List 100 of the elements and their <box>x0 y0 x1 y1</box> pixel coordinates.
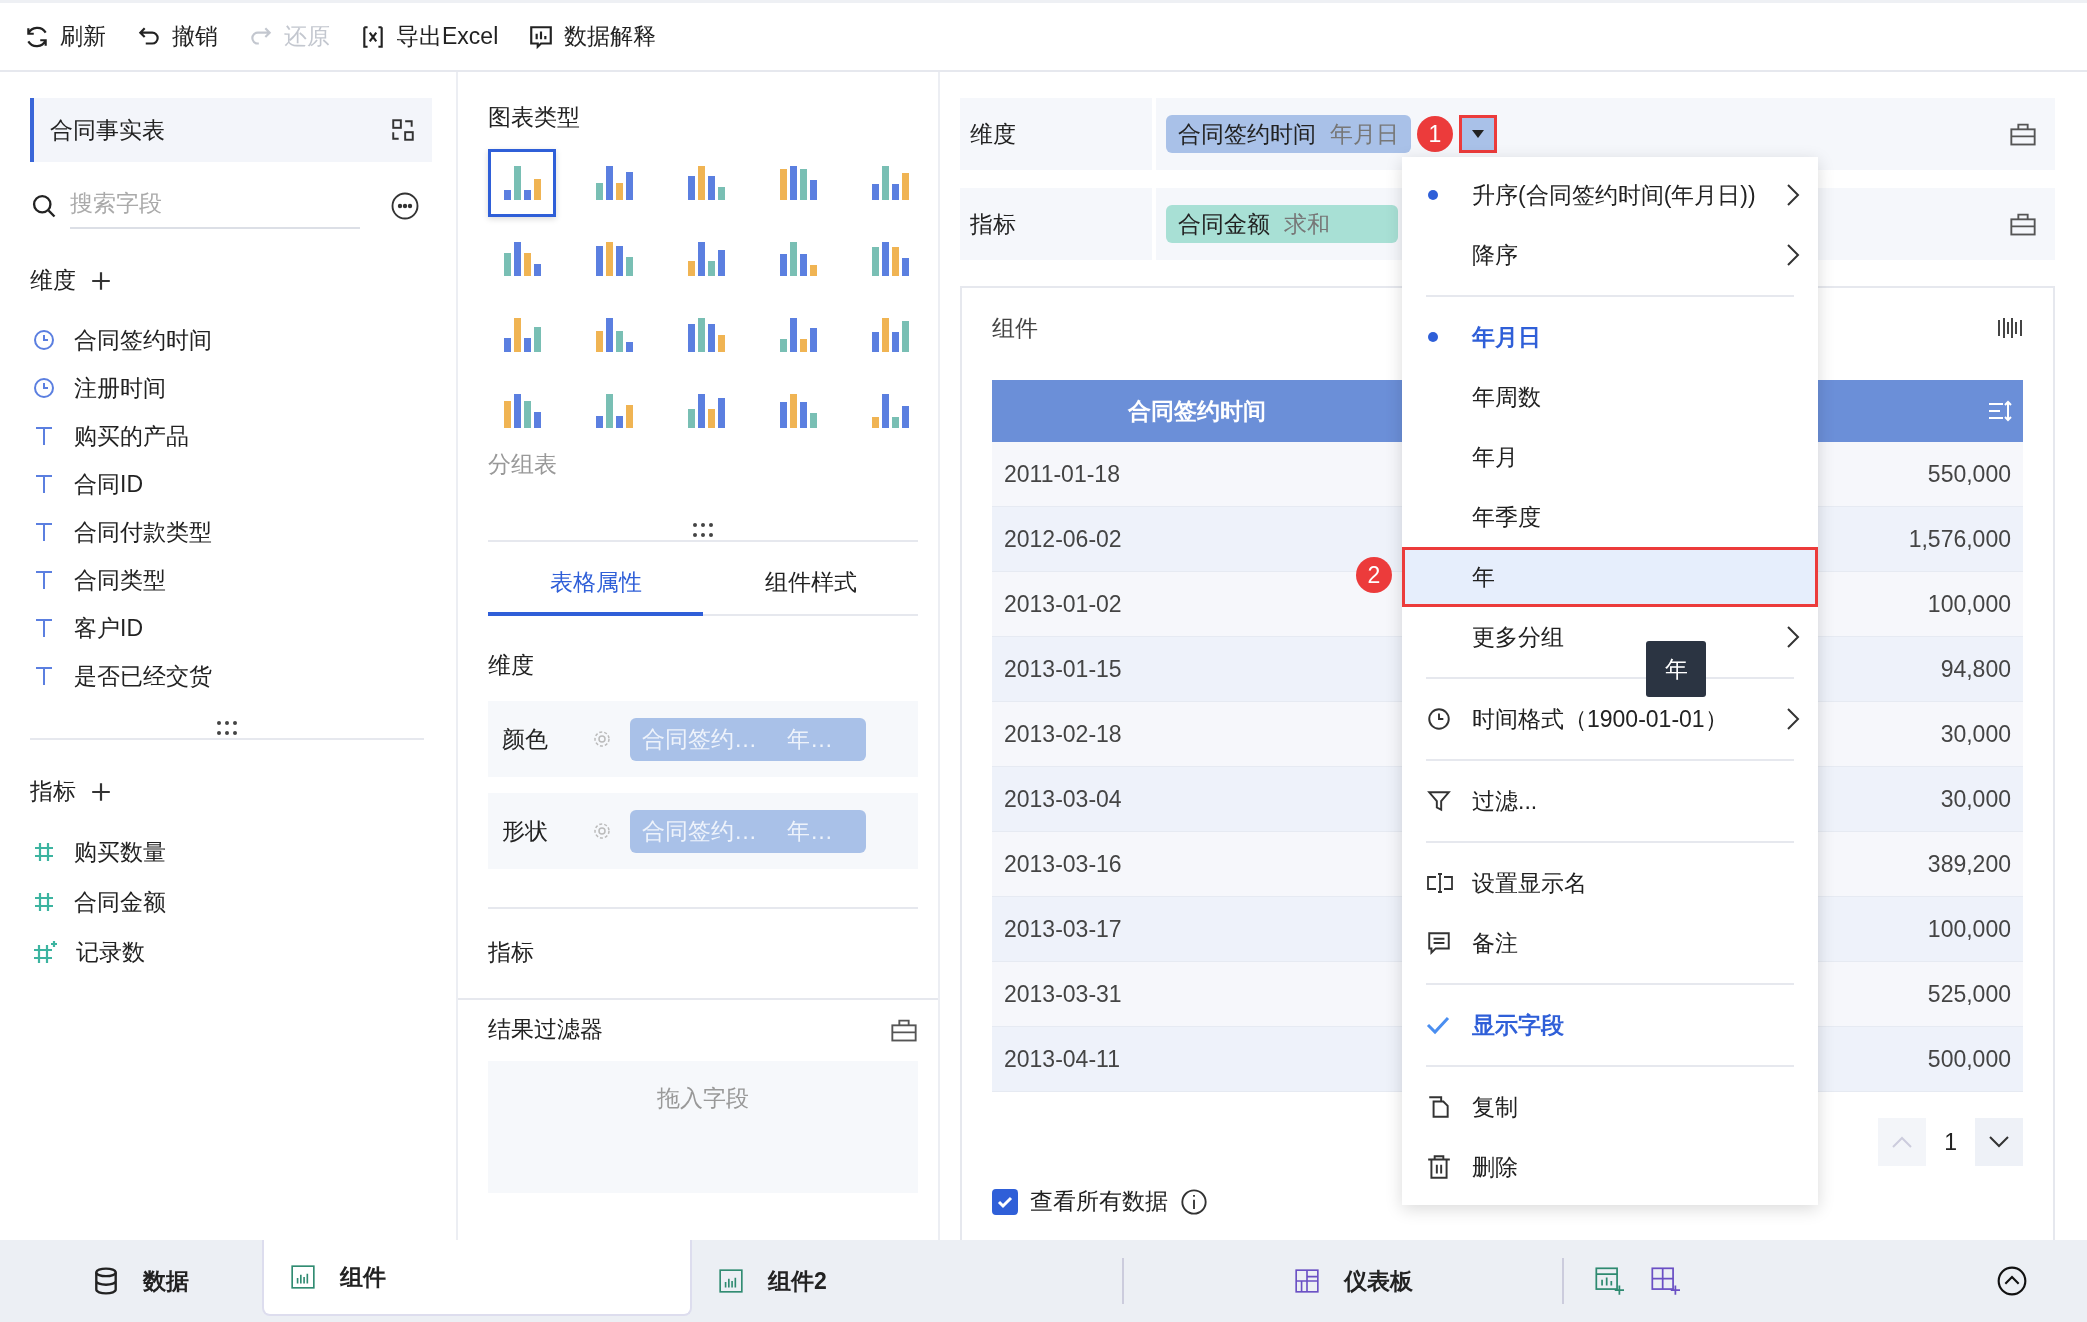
search-field[interactable]: 搜索字段 <box>70 182 360 229</box>
add-chart-icon[interactable] <box>1594 1266 1624 1296</box>
property-label: 形状 <box>502 816 548 846</box>
menu-item[interactable]: 设置显示名 <box>1402 853 1818 913</box>
table-cell: 2013-03-17 <box>1004 915 1122 942</box>
menu-item[interactable]: 年月 <box>1402 427 1818 487</box>
table-cell: 2011-01-18 <box>1004 460 1120 487</box>
toolbox-icon[interactable] <box>2009 211 2037 237</box>
copy-icon <box>1426 1094 1452 1120</box>
field-item[interactable]: 是否已经交货 <box>30 652 432 700</box>
toolbox-icon[interactable] <box>2009 121 2037 147</box>
hash-star-icon <box>32 939 58 965</box>
table-cell: 2013-03-31 <box>1004 980 1122 1007</box>
bar-chart-icon <box>718 1268 744 1294</box>
collapse-icon[interactable] <box>1996 1265 2028 1297</box>
check-icon <box>1426 1015 1450 1035</box>
field-chip[interactable]: 合同签约时间 年月日 <box>1166 115 1411 153</box>
chart-type-button[interactable] <box>488 149 556 217</box>
field-chip[interactable]: 合同金额 求和 <box>1166 205 1398 243</box>
field-item[interactable]: 合同签约时间 <box>30 316 432 364</box>
switch-icon[interactable] <box>390 117 416 143</box>
add-icon[interactable] <box>90 780 112 803</box>
excel-icon <box>360 23 386 50</box>
field-item[interactable]: 合同金额 <box>30 877 432 927</box>
table-cell: 500,000 <box>1927 1045 2011 1072</box>
checkbox[interactable] <box>992 1188 1018 1215</box>
chart-type-icon <box>871 394 909 428</box>
field-item[interactable]: 客户ID <box>30 604 432 652</box>
page-down-button[interactable] <box>1975 1118 2023 1166</box>
menu-item[interactable]: 备注 <box>1402 913 1818 973</box>
toolbar-button[interactable]: 撤销 <box>136 21 218 52</box>
drag-handle-icon[interactable] <box>216 720 238 736</box>
filter-icon <box>1426 788 1452 814</box>
table-cell: 2012-06-02 <box>1004 525 1122 552</box>
table-cell: 389,200 <box>1927 850 2011 877</box>
menu-item[interactable]: 降序 <box>1402 225 1818 285</box>
chart-type-icon <box>687 242 725 276</box>
bottom-tab[interactable]: 组件2 <box>692 1240 1122 1322</box>
field-item[interactable]: 注册时间 <box>30 364 432 412</box>
drag-handle-icon[interactable] <box>692 522 714 538</box>
chart-type-icon <box>687 394 725 428</box>
bullet-icon <box>1428 190 1438 200</box>
dropdown-button[interactable] <box>1459 115 1497 153</box>
chart-type-icon <box>503 394 541 428</box>
field-item[interactable]: 购买的产品 <box>30 412 432 460</box>
bar-chart-icon <box>290 1264 316 1290</box>
menu-item[interactable]: 过滤... <box>1402 771 1818 831</box>
field-item[interactable]: 合同ID <box>30 460 432 508</box>
field-item[interactable]: 购买数量 <box>30 827 432 877</box>
menu-item[interactable]: 年月日 <box>1402 307 1818 367</box>
menu-item[interactable]: 升序(合同签约时间(年月日)) <box>1402 165 1818 225</box>
clock-icon <box>1426 706 1452 732</box>
info-icon[interactable] <box>1180 1187 1208 1216</box>
menu-item[interactable]: 显示字段 <box>1402 995 1818 1055</box>
clock-icon <box>32 376 56 400</box>
bottom-tab[interactable]: 数据 <box>0 1240 262 1322</box>
more-icon[interactable] <box>390 190 420 221</box>
field-item[interactable]: 记录数 <box>30 927 432 977</box>
hash-icon <box>32 890 56 914</box>
sort-icon[interactable] <box>1987 399 2013 423</box>
section-title: 维度 <box>30 266 76 295</box>
section-title: 图表类型 <box>488 103 581 132</box>
toolbar-button[interactable]: 刷新 <box>24 21 106 52</box>
chart-type-icon <box>687 166 725 200</box>
toolbar-button[interactable]: 导出Excel <box>360 21 499 52</box>
table-cell: 2013-01-15 <box>1004 655 1122 682</box>
menu-item[interactable]: 删除 <box>1402 1137 1818 1197</box>
chart-type-icon <box>503 166 541 200</box>
table-cell: 550,000 <box>1927 460 2011 487</box>
chart-type-name: 分组表 <box>488 450 558 479</box>
menu-item[interactable]: 年周数 <box>1402 367 1818 427</box>
menu-item[interactable]: 复制 <box>1402 1077 1818 1137</box>
page-number: 1 <box>1944 1128 1957 1156</box>
barcode-icon[interactable] <box>1997 316 2023 340</box>
table-name-header[interactable]: 合同事实表 <box>30 98 432 162</box>
menu-item[interactable]: 年季度 <box>1402 487 1818 547</box>
table-cell: 2013-02-18 <box>1004 720 1122 747</box>
table-cell: 30,000 <box>1940 785 2011 812</box>
field-item[interactable]: 合同类型 <box>30 556 432 604</box>
chart-type-icon <box>779 242 817 276</box>
rename-icon <box>1426 870 1454 896</box>
chart-type-icon <box>595 166 633 200</box>
database-icon <box>93 1267 119 1295</box>
chart-type-icon <box>595 242 633 276</box>
tooltip: 年 <box>1646 641 1706 697</box>
callout-badge: 1 <box>1417 116 1453 152</box>
table-cell: 100,000 <box>1927 915 2011 942</box>
section-title: 指标 <box>488 907 918 968</box>
tab[interactable]: 组件样式 <box>703 552 918 616</box>
add-icon[interactable] <box>90 269 112 292</box>
chevron-up-icon <box>1891 1135 1914 1149</box>
bottom-tab[interactable]: 仪表板 <box>1122 1258 1562 1304</box>
tab[interactable]: 表格属性 <box>488 552 703 616</box>
trash-icon <box>1426 1154 1452 1180</box>
add-dashboard-icon[interactable] <box>1650 1266 1680 1296</box>
table-cell: 2013-03-16 <box>1004 850 1122 877</box>
toolbar-button[interactable]: 数据解释 <box>528 21 657 52</box>
section-title: 维度 <box>488 651 535 680</box>
field-item[interactable]: 合同付款类型 <box>30 508 432 556</box>
bottom-tab[interactable]: 组件 <box>262 1240 692 1316</box>
